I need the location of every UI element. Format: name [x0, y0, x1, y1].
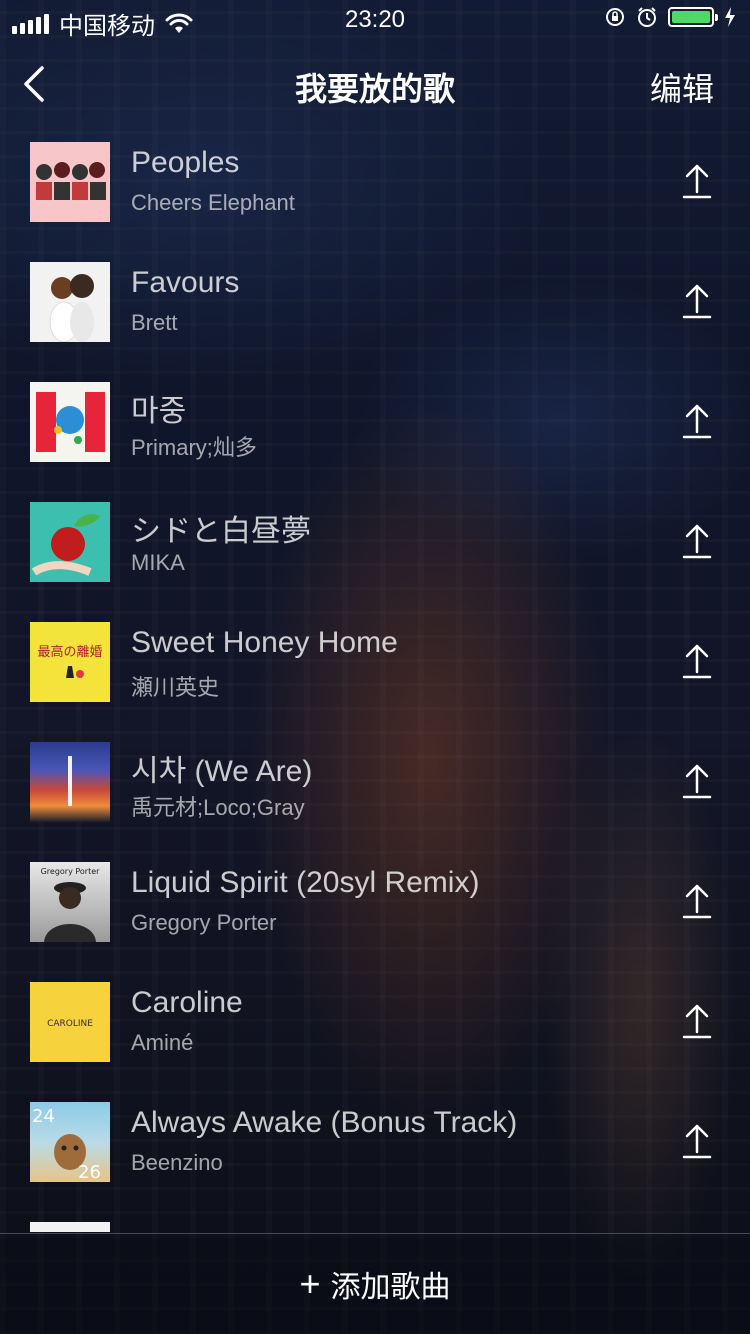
- move-to-top-icon[interactable]: [682, 162, 712, 200]
- song-artist: Gregory Porter: [131, 910, 277, 935]
- song-title: Caroline: [131, 986, 243, 1019]
- album-cover: 24 26: [30, 1102, 110, 1182]
- song-title: Liquid Spirit (20syl Remix): [131, 866, 480, 899]
- add-song-button[interactable]: + 添加歌曲: [0, 1233, 750, 1334]
- album-cover: [30, 262, 110, 342]
- move-to-top-icon[interactable]: [682, 882, 712, 920]
- song-row[interactable]: [0, 1208, 750, 1232]
- charging-icon: [725, 7, 735, 27]
- battery-level: [672, 11, 710, 23]
- plus-icon: +: [299, 1263, 321, 1304]
- song-artist: Cheers Elephant: [131, 190, 295, 215]
- song-row[interactable]: 最高の離婚 Sweet Honey Home 瀬川英史: [0, 608, 750, 728]
- album-cover: [30, 742, 110, 822]
- move-to-top-icon[interactable]: [682, 282, 712, 320]
- move-to-top-icon[interactable]: [682, 402, 712, 440]
- album-cover: CAROLINE: [30, 982, 110, 1062]
- song-artist: Aminé: [131, 1030, 194, 1055]
- move-to-top-icon[interactable]: [682, 1122, 712, 1160]
- song-row[interactable]: Gregory Porter Liquid Spirit (20syl Remi…: [0, 848, 750, 968]
- song-title: Favours: [131, 266, 240, 299]
- song-artist: 禹元材;Loco;Gray: [131, 795, 305, 820]
- song-row[interactable]: 시차 (We Are) 禹元材;Loco;Gray: [0, 728, 750, 848]
- move-to-top-icon[interactable]: [682, 642, 712, 680]
- cover-text: CAROLINE: [47, 1019, 93, 1029]
- album-cover: [30, 382, 110, 462]
- album-cover: [30, 502, 110, 582]
- song-artist: Primary;灿多: [131, 435, 257, 460]
- battery-icon: [668, 7, 718, 27]
- song-artist: MIKA: [131, 550, 185, 575]
- song-row[interactable]: Favours Brett: [0, 248, 750, 368]
- song-list: Peoples Cheers Elephant Favours Brett 마중…: [0, 128, 750, 1232]
- add-song-label: 添加歌曲: [330, 1271, 451, 1304]
- alarm-icon: [638, 7, 656, 27]
- song-title: Always Awake (Bonus Track): [131, 1106, 518, 1139]
- nav-bar: 我要放的歌 编辑: [0, 40, 750, 128]
- move-to-top-icon[interactable]: [682, 762, 712, 800]
- song-title: 마중: [131, 395, 187, 428]
- edit-button[interactable]: 编辑: [650, 64, 714, 110]
- move-to-top-icon[interactable]: [682, 1002, 712, 1040]
- song-row[interactable]: Peoples Cheers Elephant: [0, 128, 750, 248]
- song-title: Sweet Honey Home: [131, 626, 398, 659]
- song-artist: Beenzino: [131, 1150, 223, 1175]
- cover-text: 最高の離婚: [37, 644, 102, 660]
- song-row[interactable]: 24 26 Always Awake (Bonus Track) Beenzin…: [0, 1088, 750, 1208]
- album-cover: Gregory Porter: [30, 862, 110, 942]
- cover-text: 26: [78, 1162, 101, 1182]
- rotation-lock-icon: [606, 8, 624, 26]
- album-cover: [30, 142, 110, 222]
- album-cover: 最高の離婚: [30, 622, 110, 702]
- album-cover: [30, 1222, 110, 1232]
- status-bar: 中国移动 23:20: [0, 0, 750, 40]
- page-title: 我要放的歌: [294, 71, 455, 107]
- song-title: Peoples: [131, 146, 240, 179]
- song-title: シドと白昼夢: [131, 515, 311, 548]
- song-title: 시차 (We Are): [131, 755, 313, 788]
- move-to-top-icon[interactable]: [682, 522, 712, 560]
- cover-text: 24: [32, 1106, 55, 1127]
- song-row[interactable]: 마중 Primary;灿多: [0, 368, 750, 488]
- song-artist: Brett: [131, 310, 178, 335]
- song-row[interactable]: CAROLINE Caroline Aminé: [0, 968, 750, 1088]
- cover-text: Gregory Porter: [41, 867, 101, 876]
- song-artist: 瀬川英史: [131, 675, 220, 700]
- song-row[interactable]: シドと白昼夢 MIKA: [0, 488, 750, 608]
